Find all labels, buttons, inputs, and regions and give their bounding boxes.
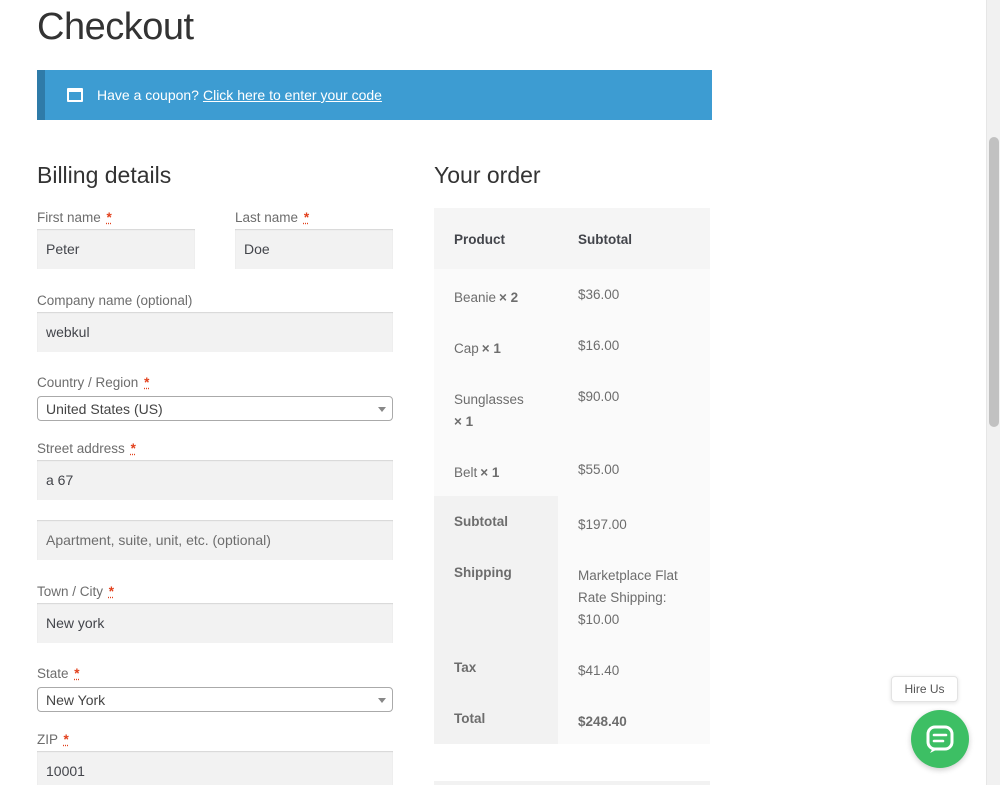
coupon-link[interactable]: Click here to enter your code bbox=[203, 87, 382, 103]
total-row: Total $248.40 bbox=[434, 693, 710, 744]
coupon-icon bbox=[67, 88, 83, 102]
state-select[interactable]: New York bbox=[37, 687, 393, 712]
first-name-input[interactable] bbox=[37, 229, 195, 269]
table-row: Belt × 1 $55.00 bbox=[434, 444, 710, 496]
order-heading: Your order bbox=[434, 162, 541, 188]
checkout-page: Checkout Have a coupon? Click here to en… bbox=[0, 0, 986, 785]
last-name-label: Last name * bbox=[235, 210, 310, 225]
payment-section-edge bbox=[434, 781, 710, 785]
hire-us-badge[interactable]: Hire Us bbox=[891, 676, 958, 702]
scrollbar-thumb[interactable] bbox=[989, 137, 999, 427]
table-row: Sunglasses × 1 $90.00 bbox=[434, 371, 710, 444]
chevron-down-icon bbox=[378, 698, 386, 703]
scrollbar[interactable] bbox=[986, 0, 1000, 785]
company-label: Company name (optional) bbox=[37, 293, 193, 308]
country-value: United States (US) bbox=[46, 400, 163, 417]
tax-row: Tax $41.40 bbox=[434, 642, 710, 693]
chevron-down-icon bbox=[378, 407, 386, 412]
order-table-header: Product Subtotal bbox=[434, 208, 710, 269]
coupon-prompt: Have a coupon? bbox=[97, 87, 199, 103]
chat-icon bbox=[926, 725, 954, 753]
street-input[interactable] bbox=[37, 460, 393, 500]
table-row: Beanie × 2 $36.00 bbox=[434, 269, 710, 320]
state-label: State * bbox=[37, 666, 80, 681]
city-label: Town / City * bbox=[37, 584, 115, 599]
country-label: Country / Region * bbox=[37, 375, 150, 390]
zip-label: ZIP * bbox=[37, 732, 69, 747]
subtotal-row: Subtotal $197.00 bbox=[434, 496, 710, 547]
country-select[interactable]: United States (US) bbox=[37, 396, 393, 421]
company-input[interactable] bbox=[37, 312, 393, 352]
apartment-input[interactable] bbox=[37, 520, 393, 560]
zip-input[interactable] bbox=[37, 751, 393, 785]
chat-button[interactable] bbox=[911, 710, 969, 768]
city-input[interactable] bbox=[37, 603, 393, 643]
coupon-banner: Have a coupon? Click here to enter your … bbox=[37, 70, 712, 120]
table-row: Cap × 1 $16.00 bbox=[434, 320, 710, 371]
col-product: Product bbox=[454, 232, 506, 247]
last-name-input[interactable] bbox=[235, 229, 393, 269]
first-name-label: First name * bbox=[37, 210, 112, 225]
col-subtotal: Subtotal bbox=[578, 232, 632, 247]
state-value: New York bbox=[46, 691, 106, 708]
street-label: Street address * bbox=[37, 441, 136, 456]
page-title: Checkout bbox=[37, 6, 194, 48]
shipping-row: Shipping Marketplace Flat Rate Shipping:… bbox=[434, 547, 710, 642]
billing-heading: Billing details bbox=[37, 162, 172, 188]
